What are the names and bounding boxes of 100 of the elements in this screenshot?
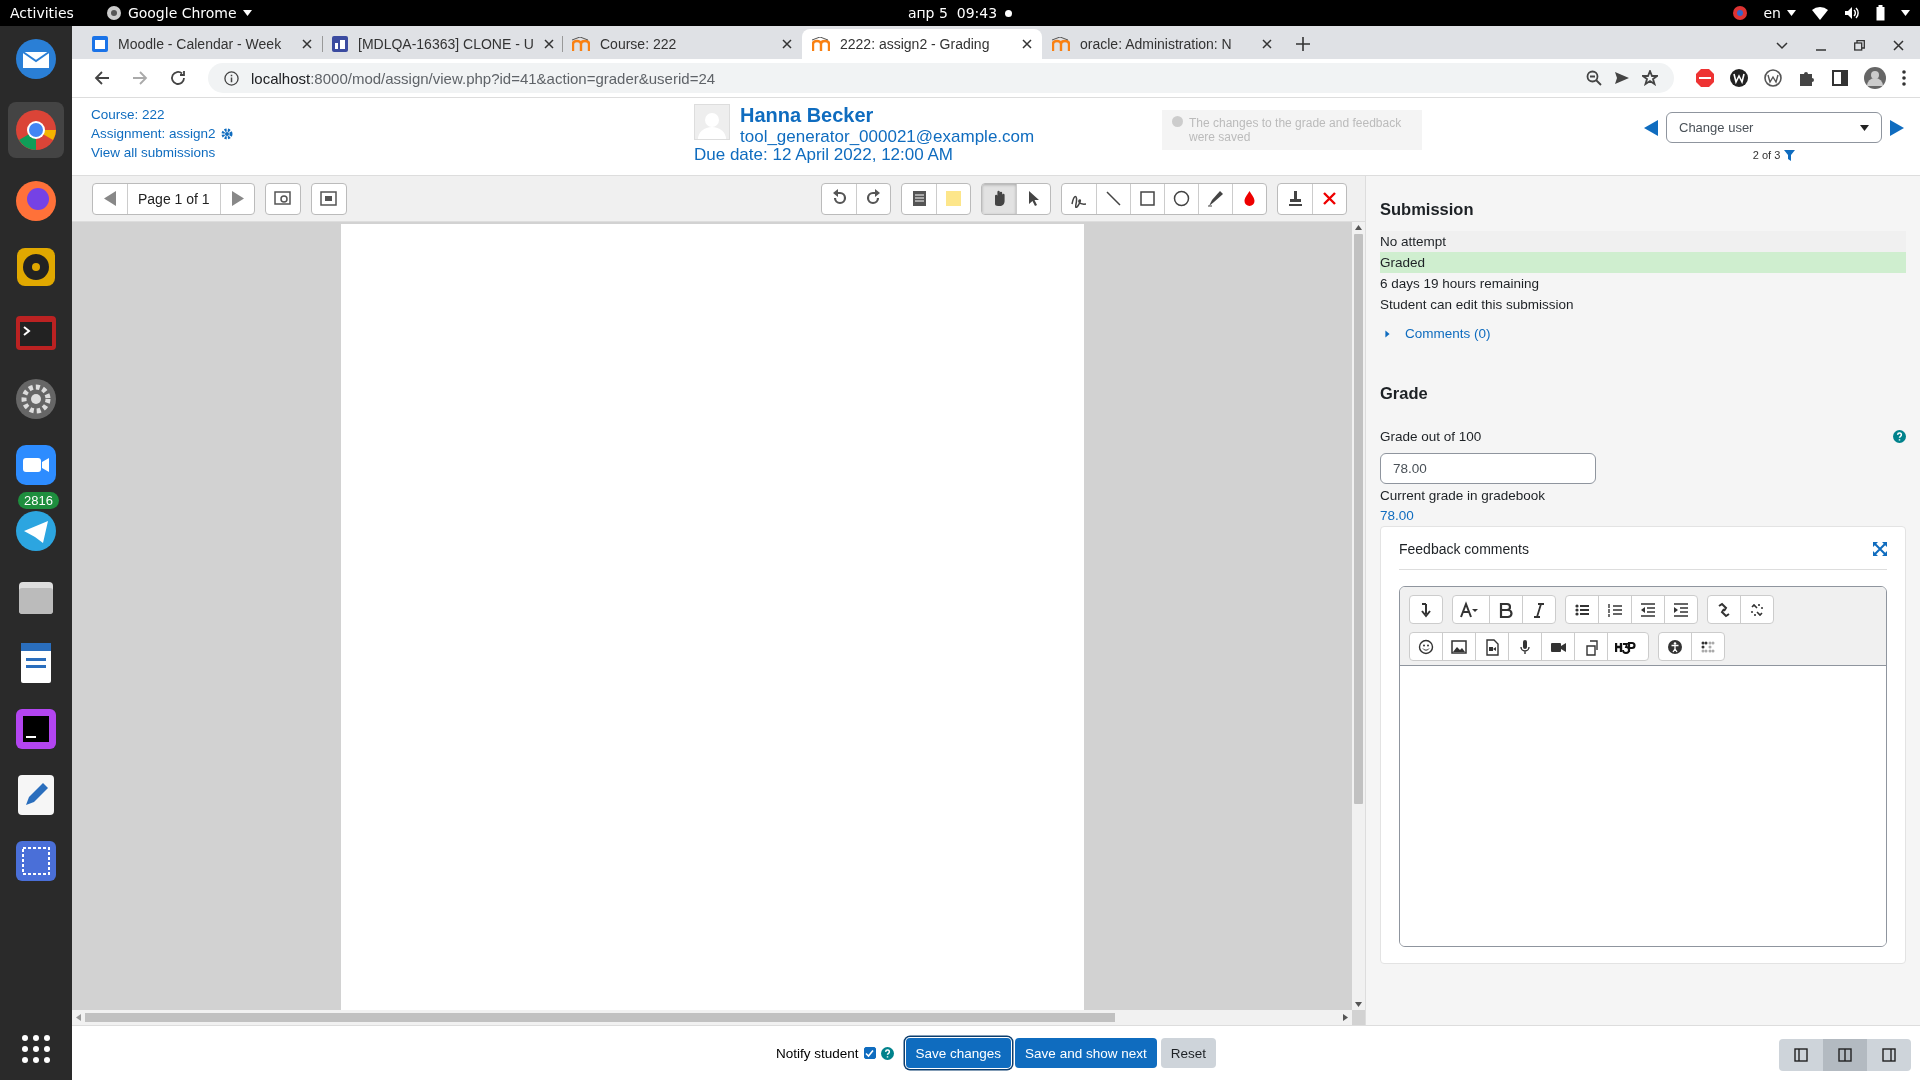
submission-status: No attempt xyxy=(1380,231,1906,252)
puzzle-icon[interactable] xyxy=(1798,69,1816,87)
paper-plane-app-icon[interactable] xyxy=(13,508,59,554)
clock[interactable]: апр 5 09:43 xyxy=(907,5,998,21)
close-tab-icon[interactable] xyxy=(302,39,312,49)
browser-app-icon[interactable] xyxy=(13,107,59,153)
mail-app-icon[interactable] xyxy=(13,36,59,82)
star-icon[interactable] xyxy=(1642,70,1658,86)
scroll-down-icon[interactable] xyxy=(1355,1002,1362,1007)
browser-tab[interactable]: 2222: assign2 - Grading xyxy=(802,29,1042,59)
grader-layout-icon xyxy=(1794,1048,1808,1062)
help-icon[interactable] xyxy=(880,1046,894,1060)
previous-user-icon[interactable] xyxy=(1644,119,1658,136)
w-circle-extension-icon[interactable] xyxy=(1764,69,1782,87)
user-name[interactable]: Hanna Becker xyxy=(740,104,874,127)
screenshot-app-icon[interactable] xyxy=(13,838,59,884)
fox-app-icon[interactable] xyxy=(13,178,59,224)
submission-status: Graded xyxy=(1380,252,1906,273)
scroll-right-icon[interactable] xyxy=(1343,1014,1348,1021)
gradebook-label: Current grade in gradebook xyxy=(1380,488,1547,503)
horizontal-scrollbar[interactable] xyxy=(72,1010,1352,1025)
browser-tab[interactable]: [MDLQA-16363] CLONE - U xyxy=(322,29,562,59)
hat-favicon-icon xyxy=(812,37,830,51)
fullscreen-icon[interactable] xyxy=(1873,542,1887,556)
battery-icon[interactable] xyxy=(1876,5,1885,21)
tracker-favicon-icon xyxy=(332,36,348,52)
grade-input[interactable]: 78.00 xyxy=(1380,453,1596,484)
gear-app-icon[interactable] xyxy=(13,376,59,422)
close-tab-icon[interactable] xyxy=(543,39,554,49)
browser-icon xyxy=(105,5,122,21)
comments-toggle[interactable]: Comments (0) xyxy=(1384,326,1491,341)
section-heading: Submission xyxy=(1380,200,1475,219)
calendar-favicon-icon xyxy=(92,36,108,52)
language-menu[interactable]: en xyxy=(1763,5,1796,21)
image-icon xyxy=(1450,637,1468,656)
stop-sign-extension-icon[interactable] xyxy=(1696,69,1714,87)
next-user-icon[interactable] xyxy=(1890,119,1904,136)
close-tab-icon[interactable] xyxy=(1262,39,1272,49)
save-next-button[interactable]: Save and show next xyxy=(1015,1038,1157,1068)
vertical-scrollbar[interactable] xyxy=(1352,222,1365,1010)
activities-button[interactable]: Activities xyxy=(10,5,74,21)
gradebook-grade-link[interactable]: 78.00 xyxy=(1380,508,1414,523)
browser-tab[interactable]: Course: 222 xyxy=(562,29,802,59)
square-icon xyxy=(1138,189,1157,208)
hat-favicon-icon xyxy=(1052,37,1070,51)
close-icon[interactable] xyxy=(1893,40,1904,51)
breadcrumb-link[interactable]: Course: 222 xyxy=(91,107,165,122)
submission-status: 6 days 19 hours remaining xyxy=(1380,275,1541,293)
side-panel-icon[interactable] xyxy=(1832,70,1848,86)
submission-status: Student can edit this submission xyxy=(1380,296,1575,314)
more-menu-icon[interactable] xyxy=(1902,70,1906,86)
due-date: Due date: 12 April 2022, 12:00 AM xyxy=(694,145,954,165)
line-icon xyxy=(1104,189,1123,208)
comment-color-icon xyxy=(944,189,963,208)
help-icon[interactable] xyxy=(1893,430,1906,443)
info-icon[interactable] xyxy=(224,70,239,86)
pan-tool-button[interactable] xyxy=(982,183,1016,214)
ide-app-icon[interactable] xyxy=(13,706,59,752)
avatar-icon[interactable] xyxy=(1864,67,1886,89)
app-grid-icon[interactable] xyxy=(21,1034,51,1064)
layout-toggle[interactable] xyxy=(1823,1039,1867,1071)
app-menu[interactable]: Google Chrome xyxy=(105,5,252,21)
scroll-up-icon[interactable] xyxy=(1355,225,1362,230)
split-layout-icon xyxy=(1838,1048,1852,1062)
user-email[interactable]: tool_generator_000021@example.com xyxy=(740,127,1035,147)
address-field[interactable]: localhost:8000/mod/assign/view.php?id=41&action=grader&userid=24 xyxy=(208,63,1674,93)
send-icon[interactable] xyxy=(1614,70,1630,86)
w-extension-icon[interactable] xyxy=(1730,69,1748,87)
dot-icon xyxy=(1005,9,1013,17)
breadcrumb-link[interactable]: View all submissions xyxy=(91,145,216,160)
outdent-icon xyxy=(1639,600,1657,619)
save-button[interactable]: Save changes xyxy=(905,1038,1012,1068)
restore-icon[interactable] xyxy=(1854,40,1865,51)
breadcrumb-link[interactable]: Assignment: assign2 xyxy=(91,126,233,141)
notify-checkbox[interactable] xyxy=(863,1047,876,1059)
caret-icon xyxy=(242,10,252,16)
accessibility-icon xyxy=(1666,637,1684,656)
filter-icon[interactable] xyxy=(1784,149,1796,161)
notification-icon[interactable] xyxy=(1731,5,1748,21)
zoom-icon[interactable] xyxy=(1586,70,1602,86)
browser-tab[interactable]: oracle: Administration: N xyxy=(1042,29,1282,59)
camera-app-icon[interactable] xyxy=(13,442,59,488)
close-tab-icon[interactable] xyxy=(782,39,792,49)
wifi-icon[interactable] xyxy=(1812,6,1828,20)
search-comments-icon xyxy=(273,189,293,208)
tab-list-icon[interactable] xyxy=(1776,41,1788,50)
browser-tab[interactable]: Moodle - Calendar - Week xyxy=(82,29,322,59)
new-tab-icon[interactable] xyxy=(1296,37,1310,51)
circle-icon xyxy=(1172,189,1191,208)
back-icon[interactable] xyxy=(94,70,110,86)
grade-label: Grade out of 100 xyxy=(1380,429,1482,444)
indent-icon xyxy=(1672,600,1690,619)
reload-icon[interactable] xyxy=(170,70,186,86)
system-menu-icon xyxy=(1901,10,1910,16)
change-user-select[interactable]: Change user xyxy=(1666,112,1882,143)
caret-icon xyxy=(1787,10,1796,16)
close-tab-icon[interactable] xyxy=(1022,39,1032,49)
reset-button[interactable]: Reset xyxy=(1160,1038,1216,1068)
disclosure-caret-icon xyxy=(1384,328,1391,339)
volume-icon[interactable] xyxy=(1844,6,1860,20)
